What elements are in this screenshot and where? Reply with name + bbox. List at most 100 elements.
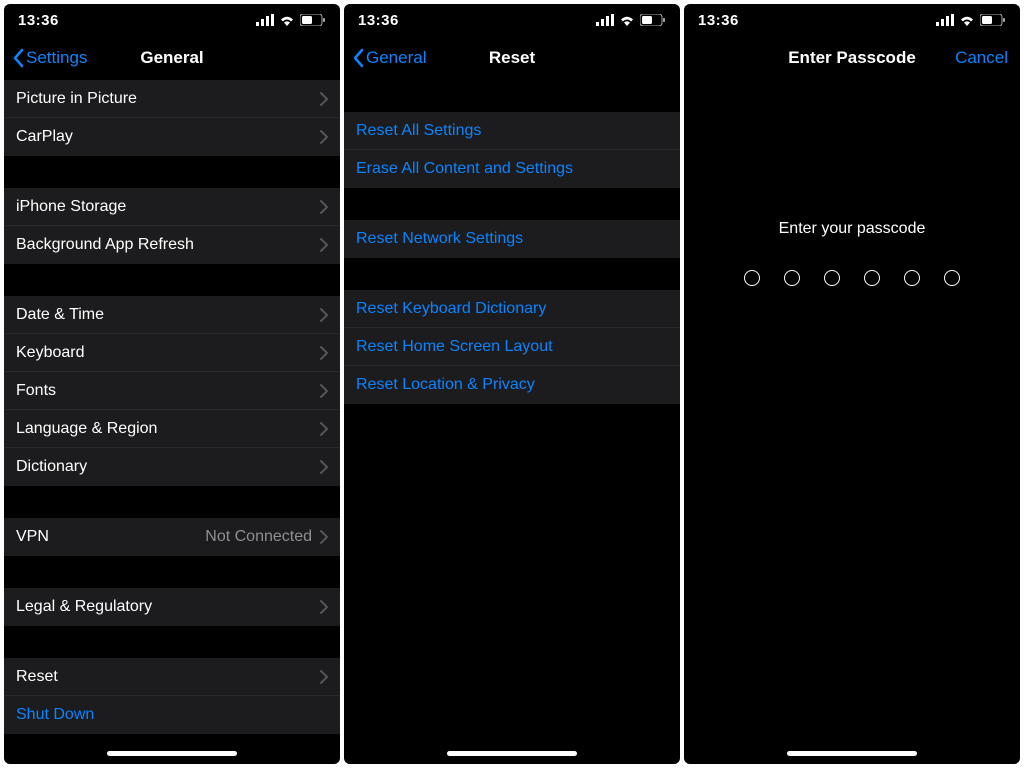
passcode-dots[interactable] xyxy=(744,270,960,286)
nav-bar: Enter Passcode Cancel xyxy=(684,36,1020,80)
section-gap xyxy=(4,556,340,588)
settings-row[interactable]: Language & Region xyxy=(4,410,340,448)
row-label: Fonts xyxy=(16,382,56,400)
chevron-right-icon xyxy=(320,308,328,322)
battery-icon xyxy=(640,14,666,26)
chevron-right-icon xyxy=(320,460,328,474)
row-right xyxy=(320,460,328,474)
settings-row[interactable]: iPhone Storage xyxy=(4,188,340,226)
row-detail: Not Connected xyxy=(205,528,312,546)
wifi-icon xyxy=(279,14,295,26)
row-label: CarPlay xyxy=(16,128,73,146)
row-right xyxy=(320,130,328,144)
settings-row[interactable]: Fonts xyxy=(4,372,340,410)
row-label: Language & Region xyxy=(16,420,157,438)
chevron-right-icon xyxy=(320,670,328,684)
status-icons xyxy=(936,14,1006,26)
status-bar: 13:36 xyxy=(4,4,340,36)
chevron-right-icon xyxy=(320,530,328,544)
settings-row[interactable]: Picture in Picture xyxy=(4,80,340,118)
passcode-dot xyxy=(744,270,760,286)
passcode-dot xyxy=(944,270,960,286)
phone-reset: 13:36 General Reset Reset All SettingsEr… xyxy=(344,4,680,764)
settings-row[interactable]: Date & Time xyxy=(4,296,340,334)
row-label: iPhone Storage xyxy=(16,198,126,216)
row-label: Reset Keyboard Dictionary xyxy=(356,300,546,318)
cellular-signal-icon xyxy=(936,14,954,26)
chevron-left-icon xyxy=(12,48,24,68)
cellular-signal-icon xyxy=(256,14,274,26)
nav-back-label: Settings xyxy=(26,48,87,68)
settings-row[interactable]: Reset Network Settings xyxy=(344,220,680,258)
passcode-dot xyxy=(784,270,800,286)
passcode-entry: Enter your passcode xyxy=(684,80,1020,286)
row-label: Reset Network Settings xyxy=(356,230,523,248)
settings-row[interactable]: Reset Home Screen Layout xyxy=(344,328,680,366)
settings-group: Picture in Picture CarPlay xyxy=(4,80,340,156)
settings-row[interactable]: Reset Keyboard Dictionary xyxy=(344,290,680,328)
section-gap xyxy=(4,626,340,658)
row-label: Legal & Regulatory xyxy=(16,598,152,616)
row-label: Dictionary xyxy=(16,458,87,476)
settings-row[interactable]: Keyboard xyxy=(4,334,340,372)
chevron-right-icon xyxy=(320,200,328,214)
settings-group: Reset Keyboard Dictionary Reset Home Scre… xyxy=(344,290,680,404)
row-label: Picture in Picture xyxy=(16,90,137,108)
settings-row[interactable]: Reset All Settings xyxy=(344,112,680,150)
chevron-right-icon xyxy=(320,422,328,436)
status-time: 13:36 xyxy=(698,12,739,29)
passcode-dot xyxy=(904,270,920,286)
row-right xyxy=(320,384,328,398)
nav-back-button[interactable]: General xyxy=(352,48,426,68)
chevron-right-icon xyxy=(320,346,328,360)
settings-group: Date & Time Keyboard Fonts Language & Regio… xyxy=(4,296,340,486)
settings-group: iPhone Storage Background App Refresh xyxy=(4,188,340,264)
settings-row[interactable]: Background App Refresh xyxy=(4,226,340,264)
nav-back-label: General xyxy=(366,48,426,68)
settings-row[interactable]: Reset Location & Privacy xyxy=(344,366,680,404)
status-icons xyxy=(596,14,666,26)
row-label: Date & Time xyxy=(16,306,104,324)
home-indicator[interactable] xyxy=(447,751,577,756)
settings-row[interactable]: CarPlay xyxy=(4,118,340,156)
cancel-button[interactable]: Cancel xyxy=(955,48,1008,68)
phone-passcode: 13:36 Enter Passcode Cancel Enter your p… xyxy=(684,4,1020,764)
battery-icon xyxy=(300,14,326,26)
passcode-dot xyxy=(864,270,880,286)
settings-row[interactable]: Dictionary xyxy=(4,448,340,486)
status-bar: 13:36 xyxy=(684,4,1020,36)
row-label: Shut Down xyxy=(16,706,94,724)
battery-icon xyxy=(980,14,1006,26)
chevron-right-icon xyxy=(320,384,328,398)
row-right xyxy=(320,238,328,252)
row-right xyxy=(320,422,328,436)
chevron-left-icon xyxy=(352,48,364,68)
home-indicator[interactable] xyxy=(107,751,237,756)
row-right xyxy=(320,346,328,360)
settings-row[interactable]: Erase All Content and Settings xyxy=(344,150,680,188)
settings-group: VPN Not Connected xyxy=(4,518,340,556)
settings-group: Legal & Regulatory xyxy=(4,588,340,626)
status-bar: 13:36 xyxy=(344,4,680,36)
settings-row[interactable]: Shut Down xyxy=(4,696,340,734)
chevron-right-icon xyxy=(320,600,328,614)
row-label: Reset xyxy=(16,668,58,686)
row-label: Reset Home Screen Layout xyxy=(356,338,553,356)
row-right: Not Connected xyxy=(205,528,328,546)
nav-back-button[interactable]: Settings xyxy=(12,48,87,68)
section-gap xyxy=(4,156,340,188)
section-gap xyxy=(344,80,680,112)
settings-row[interactable]: VPN Not Connected xyxy=(4,518,340,556)
row-label: VPN xyxy=(16,528,49,546)
home-indicator[interactable] xyxy=(787,751,917,756)
chevron-right-icon xyxy=(320,238,328,252)
section-gap xyxy=(4,486,340,518)
cellular-signal-icon xyxy=(596,14,614,26)
row-right xyxy=(320,92,328,106)
settings-row[interactable]: Reset xyxy=(4,658,340,696)
settings-row[interactable]: Legal & Regulatory xyxy=(4,588,340,626)
chevron-right-icon xyxy=(320,92,328,106)
row-label: Background App Refresh xyxy=(16,236,194,254)
section-gap xyxy=(344,258,680,290)
reset-content: Reset All SettingsErase All Content and … xyxy=(344,80,680,764)
